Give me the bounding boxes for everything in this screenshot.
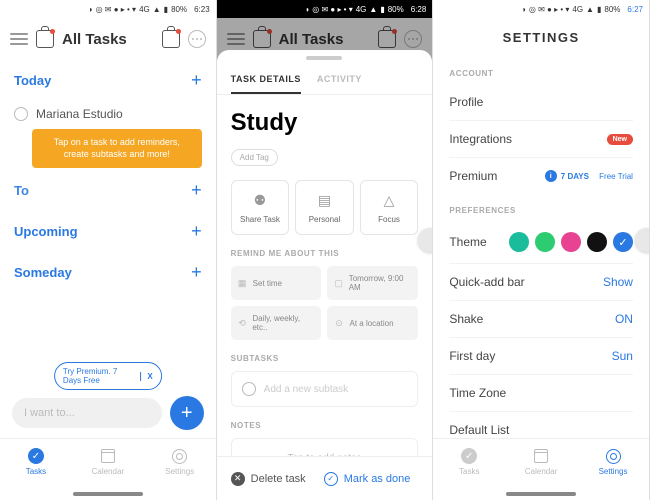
task-detail-sheet: TASK DETAILS ACTIVITY Study Add Tag ⚉Sha… <box>217 50 433 500</box>
section-tomorrow[interactable]: To+ <box>14 170 202 211</box>
list-card[interactable]: ▤Personal <box>295 180 354 235</box>
theme-swatches: ✓ <box>509 232 633 252</box>
account-label: ACCOUNT <box>449 69 633 78</box>
repeat-icon: ⟲ <box>237 318 248 329</box>
bell-icon: △ <box>380 191 398 209</box>
status-bar: ◗ ◎ ✉ ● ▸ • ▾ 4G▲ ▮80% 6:28 <box>217 0 433 18</box>
swatch-selected[interactable]: ✓ <box>613 232 633 252</box>
set-time-chip[interactable]: ▦Set time <box>231 266 322 300</box>
nav-calendar[interactable]: Calendar <box>72 439 144 484</box>
bag-icon[interactable] <box>36 30 54 48</box>
clock-icon: ▦ <box>237 278 248 289</box>
new-badge: New <box>607 134 633 145</box>
row-premium[interactable]: Premiumi7 DAYS Free Trial <box>449 157 633 194</box>
page-title: All Tasks <box>62 31 154 48</box>
top-bar: All Tasks <box>0 18 216 60</box>
tab-details[interactable]: TASK DETAILS <box>231 74 301 94</box>
nav-settings[interactable]: Settings <box>144 439 216 484</box>
more-icon[interactable] <box>188 30 206 48</box>
row-quick-add[interactable]: Quick-add barShow <box>449 263 633 300</box>
premium-pill[interactable]: Try Premium. 7 Days FreeX <box>54 362 162 390</box>
section-someday[interactable]: Someday+ <box>14 252 202 293</box>
nav-tasks[interactable]: ✓Tasks <box>433 439 505 484</box>
row-first-day[interactable]: First daySun <box>449 337 633 374</box>
prefs-label: PREFERENCES <box>449 206 633 215</box>
mark-done-button[interactable]: ✓Mark as done <box>324 472 411 486</box>
focus-card[interactable]: △Focus <box>360 180 419 235</box>
nav-calendar[interactable]: Calendar <box>505 439 577 484</box>
calendar-icon: ▢ <box>333 278 343 289</box>
side-fab[interactable] <box>418 228 433 252</box>
checkbox-icon[interactable] <box>14 107 28 121</box>
add-subtask-input[interactable]: Add a new subtask <box>231 371 419 407</box>
section-upcoming[interactable]: Upcoming+ <box>14 211 202 252</box>
location-icon: ⊙ <box>333 318 344 329</box>
nav-settings[interactable]: Settings <box>577 439 649 484</box>
trial-badge: i7 DAYS Free Trial <box>545 170 633 182</box>
row-shake[interactable]: ShakeON <box>449 300 633 337</box>
swatch[interactable] <box>587 232 607 252</box>
status-bar: ◗ ◎ ✉ ● ▸ • ▾ 4G▲ ▮80% 6:27 <box>433 0 649 18</box>
status-bar: ◗ ◎ ✉ ● ▸ • ▾ 4G▲ ▮80% 6:23 <box>0 0 216 18</box>
swatch[interactable] <box>509 232 529 252</box>
notes-label: NOTES <box>231 421 419 430</box>
repeat-chip[interactable]: ⟲Daily, weekly, etc.. <box>231 306 322 340</box>
settings-title: SETTINGS <box>433 18 649 57</box>
share-task-card[interactable]: ⚉Share Task <box>231 180 290 235</box>
menu-icon[interactable] <box>10 33 28 45</box>
home-indicator <box>506 492 576 496</box>
task-title[interactable]: Study <box>231 109 419 137</box>
grab-handle[interactable] <box>306 56 342 60</box>
swatch[interactable] <box>561 232 581 252</box>
home-indicator <box>73 492 143 496</box>
nav-tasks[interactable]: ✓Tasks <box>0 439 72 484</box>
bottom-nav: ✓Tasks Calendar Settings <box>433 438 649 484</box>
close-icon: ✕ <box>231 472 245 486</box>
row-integrations[interactable]: IntegrationsNew <box>449 120 633 157</box>
quick-add-input[interactable]: I want to... <box>12 398 162 428</box>
bag-icon-2[interactable] <box>162 30 180 48</box>
add-tag-button[interactable]: Add Tag <box>231 149 278 166</box>
row-profile[interactable]: Profile <box>449 84 633 120</box>
plus-icon[interactable]: + <box>191 70 202 91</box>
tab-activity[interactable]: ACTIVITY <box>317 74 362 94</box>
notes-input[interactable]: Tap to add notes <box>231 438 419 456</box>
onboarding-tooltip: Tap on a task to add reminders, create s… <box>32 129 202 168</box>
list-icon: ▤ <box>315 191 333 209</box>
subtasks-label: SUBTASKS <box>231 354 419 363</box>
row-timezone[interactable]: Time Zone <box>449 374 633 411</box>
add-task-fab[interactable]: + <box>170 396 204 430</box>
section-today[interactable]: Today+ <box>14 60 202 101</box>
task-row[interactable]: Mariana Estudio <box>14 101 202 127</box>
location-chip[interactable]: ⊙At a location <box>327 306 418 340</box>
bottom-nav: ✓Tasks Calendar Settings <box>0 438 216 484</box>
remind-label: REMIND ME ABOUT THIS <box>231 249 419 258</box>
swatch[interactable] <box>535 232 555 252</box>
share-icon: ⚉ <box>251 191 269 209</box>
delete-task-button[interactable]: ✕Delete task <box>231 472 306 486</box>
row-theme[interactable]: Theme ✓ <box>449 221 633 263</box>
close-icon[interactable]: X <box>140 372 152 381</box>
date-chip[interactable]: ▢Tomorrow, 9:00 AM <box>327 266 418 300</box>
check-icon: ✓ <box>324 472 338 486</box>
